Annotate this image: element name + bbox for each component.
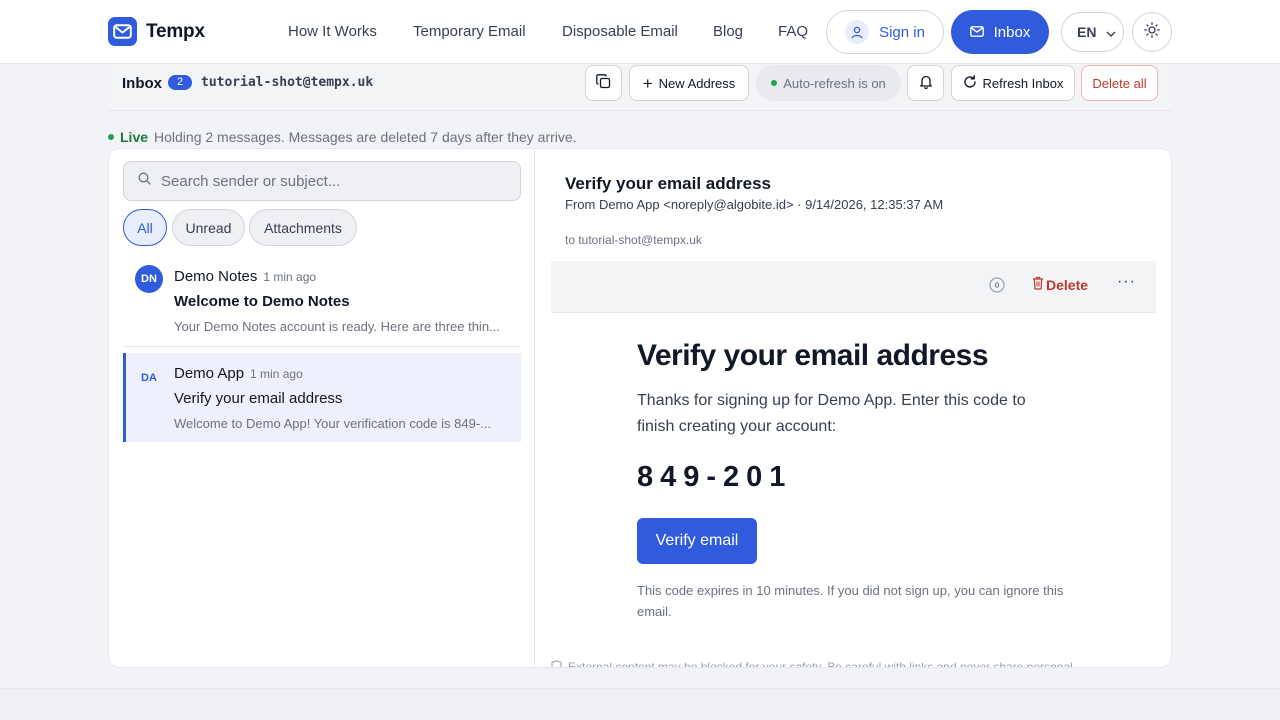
search-input[interactable] [161, 172, 501, 190]
user-icon [845, 20, 870, 44]
inbox-toolbar: Inbox 2 tutorial-shot@tempx.uk + New Add… [108, 64, 1172, 111]
delete-all-label: Delete all [1092, 75, 1147, 91]
verify-email-button[interactable]: Verify email [637, 518, 757, 564]
mail-logo-icon [108, 17, 137, 46]
plus-icon: + [642, 73, 653, 93]
refresh-icon [963, 74, 977, 92]
new-address-label: New Address [658, 75, 736, 91]
language-value: EN [1077, 24, 1097, 40]
notifications-button[interactable] [907, 65, 944, 101]
delete-label: Delete [1046, 276, 1089, 293]
reader-actions-bar: 0 Delete ··· [551, 261, 1156, 313]
language-select[interactable]: EN [1061, 12, 1124, 52]
copy-icon [596, 74, 611, 92]
inbox-title: Inbox [122, 75, 162, 92]
nav-blog[interactable]: Blog [713, 23, 743, 40]
timer-value: 0 [995, 282, 999, 290]
sign-in-button[interactable]: Sign in [826, 10, 944, 54]
mail-panel: All Unread Attachments DN Demo Notes 1 mi… [108, 148, 1172, 668]
delete-all-button[interactable]: Delete all [1081, 65, 1158, 101]
message-preview: Your Demo Notes account is ready. Here a… [174, 319, 500, 334]
sign-in-label: Sign in [879, 23, 925, 41]
refresh-inbox-label: Refresh Inbox [982, 75, 1064, 91]
filter-unread[interactable]: Unread [172, 209, 245, 246]
message-item-demo-notes[interactable]: DN Demo Notes 1 min ago Welcome to Demo N… [123, 263, 521, 347]
brand-logo[interactable]: Tempx [108, 17, 205, 46]
filter-attachments[interactable]: Attachments [249, 209, 357, 246]
nav-temporary-email[interactable]: Temporary Email [413, 23, 526, 40]
email-intro: Thanks for signing up for Demo App. Ente… [637, 392, 1026, 435]
message-subject: Welcome to Demo Notes [174, 293, 350, 310]
status-text: Holding 2 messages. Messages are deleted… [154, 129, 577, 145]
more-options-icon[interactable]: ··· [1117, 273, 1136, 291]
safety-warning-text: External content may be blocked for your… [568, 660, 1073, 668]
status-line: Live Holding 2 messages. Messages are de… [108, 129, 577, 145]
auto-refresh-toggle[interactable]: Auto-refresh is on [756, 65, 901, 101]
message-sender: Demo App 1 min ago [174, 365, 303, 382]
filter-all[interactable]: All [123, 209, 167, 246]
status-dot-icon [771, 80, 778, 86]
theme-toggle-button[interactable] [1132, 12, 1172, 52]
inbox-label: Inbox [993, 23, 1031, 41]
nav-how-it-works[interactable]: How It Works [288, 23, 377, 40]
new-address-button[interactable]: + New Address [629, 65, 749, 101]
auto-refresh-label: Auto-refresh is on [783, 75, 886, 91]
top-nav-bar: Tempx How It Works Temporary Email Dispo… [0, 0, 1280, 64]
reader-meta: From Demo App <noreply@algobite.id> · 9/… [565, 197, 944, 212]
email-note: This code expires in 10 minutes. If you … [637, 583, 1064, 619]
verification-code: 849-201 [637, 461, 793, 493]
sun-icon [1144, 21, 1160, 43]
live-dot-icon [108, 134, 114, 140]
sender-name: Demo App [174, 365, 245, 382]
message-time: 1 min ago [250, 367, 303, 381]
search-icon [138, 172, 151, 190]
nav-disposable-email[interactable]: Disposable Email [562, 23, 678, 40]
reader-recipient: to tutorial-shot@tempx.uk [565, 233, 702, 247]
email-address: tutorial-shot@tempx.uk [201, 75, 374, 90]
safety-warning: External content may be blocked for your… [551, 660, 1073, 668]
trash-icon [1032, 276, 1044, 293]
sender-avatar: DN [135, 265, 163, 293]
bell-icon [919, 74, 933, 92]
message-subject: Verify your email address [174, 390, 343, 407]
reader-subject: Verify your email address [565, 174, 771, 193]
sender-name: Demo Notes [174, 268, 258, 285]
chevron-down-icon [1106, 24, 1116, 40]
nav-faq[interactable]: FAQ [778, 23, 808, 40]
message-sender: Demo Notes 1 min ago [174, 268, 316, 285]
copy-address-button[interactable] [585, 65, 622, 101]
page-footer [0, 688, 1280, 720]
live-label: Live [120, 129, 149, 145]
sender-avatar: DA [141, 372, 157, 384]
shield-icon [551, 660, 562, 667]
delete-message-button[interactable]: Delete [1032, 276, 1088, 293]
panel-divider [534, 149, 535, 667]
inbox-button[interactable]: Inbox [951, 10, 1049, 54]
message-preview: Welcome to Demo App! Your verification c… [174, 416, 491, 431]
email-heading: Verify your email address [637, 339, 989, 372]
message-time: 1 min ago [263, 270, 317, 284]
search-box[interactable] [123, 161, 521, 201]
expiry-timer-icon[interactable]: 0 [989, 277, 1005, 298]
message-item-demo-app[interactable]: DA Demo App 1 min ago Verify your email a… [123, 353, 521, 442]
brand-name: Tempx [146, 20, 205, 42]
refresh-inbox-button[interactable]: Refresh Inbox [951, 65, 1075, 101]
mail-icon [969, 24, 984, 41]
message-count-badge: 2 [168, 75, 192, 90]
